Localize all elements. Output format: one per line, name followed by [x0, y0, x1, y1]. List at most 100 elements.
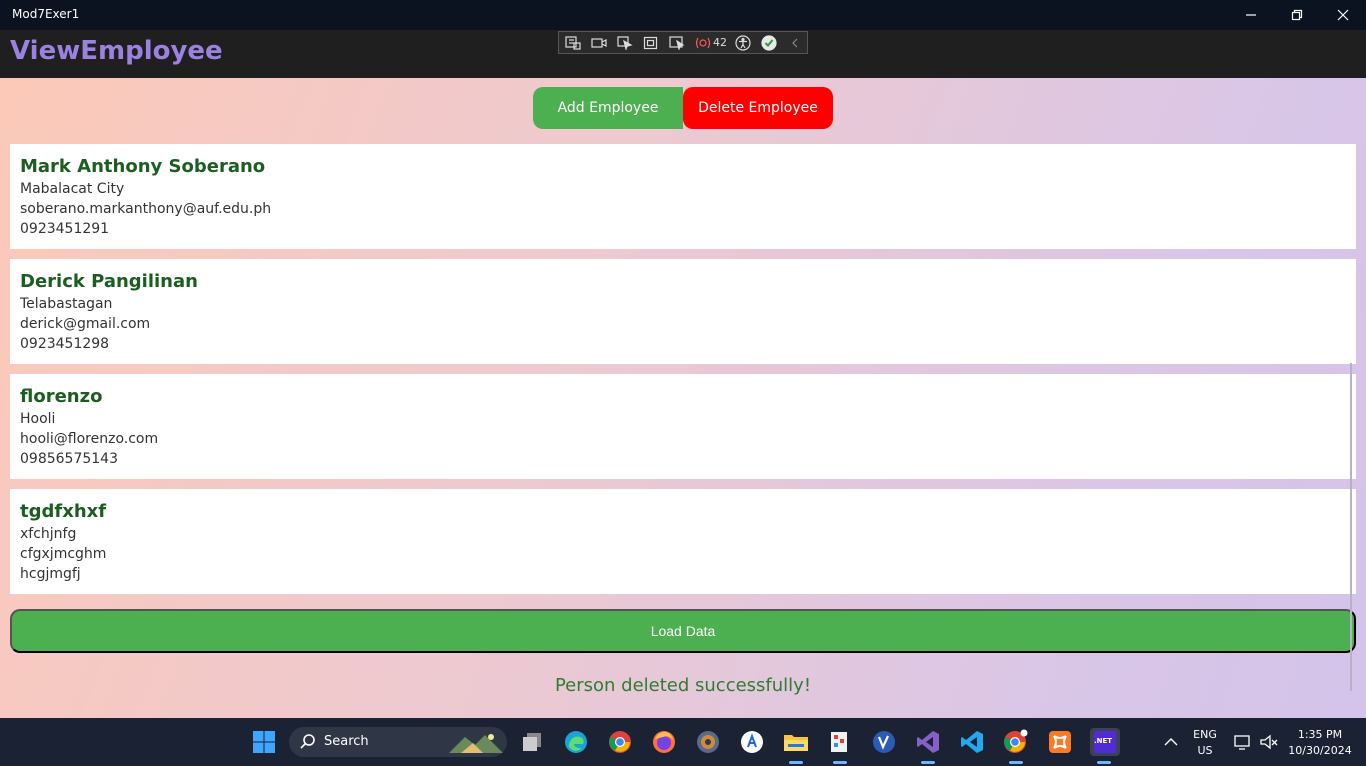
- network-status-button[interactable]: [1229, 728, 1257, 756]
- track-focus-button[interactable]: [667, 34, 687, 52]
- taskbar-app-file-explorer[interactable]: [782, 728, 810, 764]
- select-element-button[interactable]: [615, 34, 635, 52]
- live-tree-button[interactable]: [563, 34, 583, 52]
- load-data-button[interactable]: Load Data: [10, 609, 1356, 653]
- employee-phone: hcgjmgfj: [20, 566, 81, 582]
- chrome-browser-icon: [1004, 729, 1028, 753]
- employee-email: hooli@florenzo.com: [20, 431, 159, 447]
- chevron-left-icon: [792, 38, 798, 47]
- clock-time: 1:35 PM: [1297, 728, 1343, 741]
- media-player-icon: [697, 731, 719, 753]
- cursor-select-icon: [617, 35, 633, 50]
- v-app-icon: [873, 731, 895, 753]
- window-title: Mod7Exer1: [12, 7, 80, 21]
- binding-failure-icon: [695, 37, 711, 48]
- window-title-bar: Mod7Exer1: [0, 0, 1366, 30]
- taskbar-app-media[interactable]: [694, 728, 722, 756]
- taskbar-app-vpn[interactable]: [870, 728, 898, 756]
- main-content: Add Employee Delete Employee Mark Anthon…: [0, 78, 1366, 718]
- employee-card[interactable]: florenzo Hooli hooli@florenzo.com 098565…: [10, 374, 1356, 479]
- snipping-tool-icon: [831, 732, 847, 752]
- add-employee-button[interactable]: Add Employee: [533, 87, 683, 129]
- search-icon: [300, 734, 315, 749]
- taskbar-app-vscode[interactable]: [958, 728, 986, 756]
- restore-icon: [1291, 9, 1303, 21]
- record-button[interactable]: [589, 34, 609, 52]
- edge-browser-icon: [565, 731, 587, 753]
- binding-failures-button[interactable]: [693, 34, 713, 52]
- visual-studio-icon: [917, 731, 939, 753]
- firefox-browser-icon: [653, 731, 675, 753]
- employee-address: xfchjnfg: [20, 526, 77, 542]
- employee-card[interactable]: Derick Pangilinan Telabastagan derick@gm…: [10, 259, 1356, 364]
- taskbar-app-dotnet[interactable]: .NET: [1090, 728, 1120, 764]
- volume-button[interactable]: [1255, 728, 1283, 756]
- minimize-button[interactable]: [1228, 0, 1274, 30]
- start-button[interactable]: [250, 728, 278, 756]
- scrollbar[interactable]: [1350, 363, 1352, 691]
- employee-phone: 09856575143: [20, 451, 118, 467]
- live-tree-icon: [565, 35, 581, 50]
- close-button[interactable]: [1320, 0, 1366, 30]
- employee-card[interactable]: tgdfxhxf xfchjnfg cfgxjmcghm hcgjmgfj: [10, 489, 1356, 594]
- employee-address: Hooli: [20, 411, 56, 427]
- camera-icon: [591, 37, 607, 48]
- taskbar-app-store[interactable]: [738, 728, 766, 756]
- app-store-icon: [741, 731, 763, 753]
- employee-phone: 0923451298: [20, 336, 110, 352]
- chrome-browser-icon: [609, 731, 631, 753]
- language-indicator[interactable]: ENG US: [1188, 728, 1222, 757]
- employee-name: Derick Pangilinan: [20, 271, 198, 292]
- display-layout-button[interactable]: [641, 34, 661, 52]
- employee-name: Mark Anthony Soberano: [20, 156, 266, 177]
- accessibility-button[interactable]: [733, 34, 753, 52]
- binding-failure-count: 42: [713, 36, 727, 49]
- network-icon: [1234, 735, 1250, 750]
- clock-date: 10/30/2024: [1288, 744, 1352, 757]
- taskbar-app-firefox[interactable]: [650, 728, 678, 756]
- accessibility-icon: [735, 34, 751, 51]
- page-title: ViewEmployee: [10, 36, 223, 66]
- landscape-highlight-icon: [449, 734, 503, 753]
- debug-toolbar: 42: [558, 31, 808, 54]
- employee-name: florenzo: [20, 386, 103, 407]
- region-code: US: [1197, 744, 1213, 757]
- employee-address: Telabastagan: [20, 296, 113, 312]
- taskbar-app-chrome[interactable]: [606, 728, 634, 756]
- taskbar-search[interactable]: Search: [289, 727, 507, 757]
- taskbar-app-edge[interactable]: [562, 728, 590, 756]
- check-circle-icon: [761, 34, 777, 51]
- task-view-icon: [523, 733, 541, 751]
- task-view-button[interactable]: [518, 728, 546, 756]
- volume-muted-icon: [1260, 734, 1278, 750]
- focus-track-icon: [669, 35, 685, 50]
- taskbar-app-xampp[interactable]: [1046, 728, 1074, 756]
- taskbar-app-snipping[interactable]: [826, 728, 854, 764]
- windows-logo-icon: [253, 731, 275, 753]
- employee-address: Mabalacat City: [20, 181, 125, 197]
- chevron-up-icon: [1164, 738, 1178, 746]
- taskbar-app-visual-studio[interactable]: [914, 728, 942, 764]
- taskbar-app-chrome-profile[interactable]: [1002, 728, 1030, 764]
- folder-icon: [784, 735, 808, 751]
- employee-email: derick@gmail.com: [20, 316, 151, 332]
- minimize-icon: [1246, 14, 1256, 16]
- layout-adorner-icon: [643, 36, 658, 49]
- search-label: Search: [324, 734, 369, 749]
- hot-reload-status[interactable]: [759, 34, 779, 52]
- close-icon: [1337, 9, 1349, 21]
- status-message: Person deleted successfully!: [554, 675, 812, 696]
- clock[interactable]: 1:35 PM 10/30/2024: [1282, 728, 1358, 757]
- dotnet-label: .NET: [1094, 737, 1113, 745]
- employee-phone: 0923451291: [20, 221, 110, 237]
- show-hidden-icons-button[interactable]: [1157, 728, 1185, 756]
- delete-employee-button[interactable]: Delete Employee: [683, 87, 833, 129]
- language-code: ENG: [1193, 728, 1217, 741]
- employee-card[interactable]: Mark Anthony Soberano Mabalacat City sob…: [10, 144, 1356, 249]
- employee-email: soberano.markanthony@auf.edu.ph: [20, 201, 272, 217]
- collapse-toolbar-button[interactable]: [785, 34, 805, 52]
- vscode-icon: [961, 731, 983, 753]
- xampp-icon: [1049, 731, 1071, 753]
- maximize-button[interactable]: [1274, 0, 1320, 30]
- employee-name: tgdfxhxf: [20, 501, 107, 522]
